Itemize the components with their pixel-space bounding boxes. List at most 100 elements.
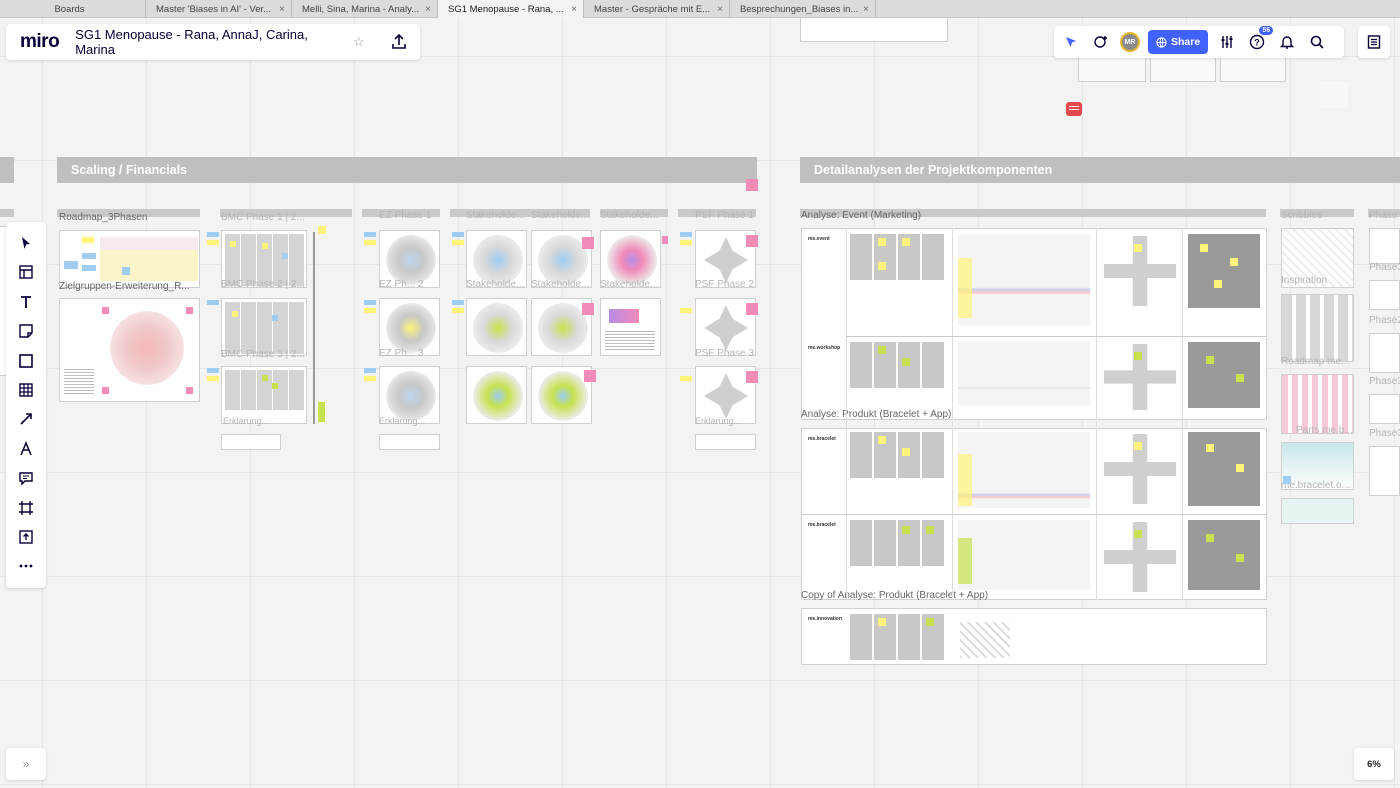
- sticky-note[interactable]: [746, 371, 758, 383]
- frame-phase3-c[interactable]: [1369, 446, 1400, 496]
- sticky-note[interactable]: [1134, 442, 1142, 450]
- sticky-note[interactable]: [609, 309, 639, 323]
- frame-label-analyse-produkt[interactable]: Analyse: Produkt (Bracelet + App): [801, 409, 951, 420]
- frame-label-phase3-a[interactable]: Phase3: [1369, 262, 1400, 273]
- sticky-note[interactable]: [82, 253, 96, 259]
- share-button[interactable]: Share: [1148, 30, 1209, 54]
- template-icon[interactable]: [15, 261, 37, 283]
- browser-tab-melli[interactable]: Melli, Sina, Marina - Analy... ×: [292, 0, 438, 18]
- close-icon[interactable]: ×: [571, 4, 577, 15]
- frame-label-scribbles[interactable]: Scribbles: [1281, 210, 1322, 221]
- notes-panel-button[interactable]: [1358, 26, 1390, 58]
- frame-stakeholder-8[interactable]: [531, 366, 592, 424]
- browser-tab-sg1-menopause[interactable]: SG1 Menopause - Rana, ... ×: [438, 0, 584, 18]
- frame-phase3-a[interactable]: [1369, 280, 1400, 310]
- sticky-note[interactable]: [746, 303, 758, 315]
- sticky-note[interactable]: [1236, 374, 1244, 382]
- upload-icon[interactable]: [15, 526, 37, 548]
- frame-bmc-2[interactable]: [221, 298, 307, 356]
- frame-label-inspiration[interactable]: Inspiration: [1281, 275, 1327, 286]
- sticky-note[interactable]: [958, 258, 972, 318]
- arrow-icon[interactable]: [15, 408, 37, 430]
- sticky-note[interactable]: [680, 308, 692, 313]
- more-icon[interactable]: [15, 555, 37, 577]
- sticky-note[interactable]: [878, 346, 886, 354]
- sticky-note[interactable]: [1200, 244, 1208, 252]
- table-icon[interactable]: [15, 379, 37, 401]
- section-bar-scaling[interactable]: Scaling / Financials: [57, 157, 757, 183]
- sticky-note[interactable]: [878, 618, 886, 626]
- sticky-note[interactable]: [207, 240, 219, 245]
- close-icon[interactable]: ×: [863, 4, 869, 15]
- sticky-note[interactable]: [662, 236, 668, 244]
- sticky-note[interactable]: [1236, 554, 1244, 562]
- sticky-note[interactable]: [186, 387, 193, 394]
- frame-label-phase-e[interactable]: Phase E: [1369, 210, 1400, 221]
- frame-label-ez1[interactable]: EZ Phase 1: [379, 210, 431, 221]
- frame-label-psf3[interactable]: PSF Phase 3: [695, 348, 754, 359]
- sticky-note[interactable]: [878, 238, 886, 246]
- sticky-note[interactable]: [282, 253, 288, 259]
- frame-label-bmc3[interactable]: BMC Phase 3 | 2...: [221, 349, 305, 360]
- frame-roadmap[interactable]: [59, 230, 200, 288]
- sticky-note[interactable]: [452, 308, 464, 313]
- section-bar-detail[interactable]: Detailanalysen der Projektkomponenten: [800, 157, 1400, 183]
- frame-small[interactable]: [379, 434, 440, 450]
- browser-tab-master-biases[interactable]: Master 'Biases in AI' - Ver... ×: [146, 0, 292, 18]
- settings-sliders-icon[interactable]: [1216, 31, 1238, 53]
- frame-label-stake2[interactable]: Stakeholde...: [531, 210, 589, 221]
- frame-label-zielgruppen[interactable]: Zielgruppen-Erweiterung_R...: [59, 281, 190, 292]
- sticky-note[interactable]: [1206, 444, 1214, 452]
- frame-label-parts-me[interactable]: Parts me.b...: [1296, 425, 1353, 436]
- frame-label-stake4[interactable]: Stakeholde...: [466, 279, 524, 290]
- sticky-note[interactable]: [82, 265, 96, 271]
- frame-label-phase2[interactable]: Phase2: [1369, 315, 1400, 326]
- frame-label-erklaerung-3[interactable]: Erklärung...: [695, 416, 741, 426]
- frame-phase3-b[interactable]: [1369, 394, 1400, 424]
- sticky-note[interactable]: [1206, 356, 1214, 364]
- sticky-note[interactable]: [902, 526, 910, 534]
- help-icon[interactable]: ? 56: [1246, 26, 1274, 53]
- sticky-note[interactable]: [1236, 464, 1244, 472]
- frame-zielgruppen[interactable]: [59, 298, 200, 402]
- close-icon[interactable]: ×: [425, 4, 431, 15]
- sticky-note[interactable]: [318, 226, 326, 234]
- frame-label-analyse-event[interactable]: Analyse: Event (Marketing): [801, 210, 921, 221]
- sticky-note[interactable]: [207, 368, 219, 373]
- frame-label-ez3[interactable]: EZ Ph... 3: [379, 348, 423, 359]
- sticky-note[interactable]: [582, 303, 594, 315]
- frame-top-partial[interactable]: [800, 18, 948, 42]
- sticky-note[interactable]: [207, 376, 219, 381]
- sticky-note[interactable]: [364, 368, 376, 373]
- sticky-note[interactable]: [364, 300, 376, 305]
- sticky-note[interactable]: [64, 261, 78, 269]
- frame-label-erklaerung-1[interactable]: Erklärung...: [223, 416, 269, 426]
- sticky-note[interactable]: [1134, 530, 1142, 538]
- sticky-note[interactable]: [926, 618, 934, 626]
- browser-tab-gespraeche[interactable]: Master - Gespräche mit E... ×: [584, 0, 730, 18]
- sticky-note[interactable]: [364, 376, 376, 381]
- sticky-note[interactable]: [102, 387, 109, 394]
- sticky-note[interactable]: [1230, 258, 1238, 266]
- sticky-note[interactable]: [122, 267, 130, 275]
- sticky-note[interactable]: [926, 526, 934, 534]
- frame-label-phase3-b[interactable]: Phase3: [1369, 376, 1400, 387]
- frame-small-white[interactable]: [1320, 82, 1348, 108]
- sticky-note[interactable]: [272, 383, 278, 389]
- cursor-icon[interactable]: [15, 232, 37, 254]
- frame-label-me-bracelet[interactable]: me.bracelet.o...: [1281, 480, 1350, 491]
- reactions-icon[interactable]: [1090, 31, 1112, 53]
- sticky-note[interactable]: [186, 307, 193, 314]
- board-title[interactable]: SG1 Menopause - Rana, AnnaJ, Carina, Mar…: [75, 27, 345, 57]
- sticky-note[interactable]: [746, 179, 758, 191]
- sticky-note[interactable]: [272, 315, 278, 321]
- sticky-note[interactable]: [1283, 476, 1291, 484]
- sticky-note[interactable]: [878, 436, 886, 444]
- text-icon[interactable]: [15, 291, 37, 313]
- comment-icon[interactable]: [15, 467, 37, 489]
- frame-label-psf2[interactable]: PSF Phase 2: [695, 279, 754, 290]
- sticky-note[interactable]: [82, 237, 94, 243]
- avatar[interactable]: MR: [1120, 32, 1140, 52]
- sticky-note[interactable]: [680, 376, 692, 381]
- sticky-note[interactable]: [318, 402, 325, 422]
